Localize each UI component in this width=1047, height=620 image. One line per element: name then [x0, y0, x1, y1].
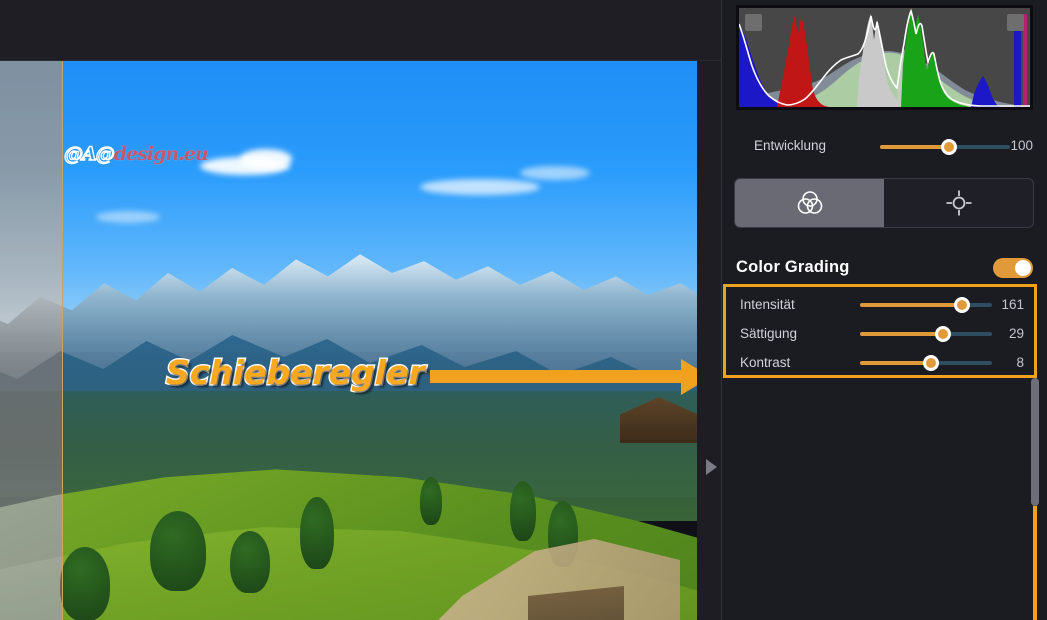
bush [150, 511, 206, 591]
toggle-knob [1015, 260, 1031, 276]
cloud [96, 211, 160, 223]
before-after-split-handle[interactable] [62, 61, 63, 620]
develop-slider-fill [880, 145, 949, 149]
develop-value: 100 [1010, 138, 1033, 153]
target-picker-icon [946, 190, 971, 216]
contrast-slider-fill [860, 361, 931, 365]
color-wheels-icon [797, 191, 822, 214]
intensity-slider-row: Intensität 161 [726, 291, 1034, 319]
histogram-panel[interactable] [736, 5, 1033, 110]
histogram-right-handle[interactable] [1007, 14, 1024, 31]
top-toolbar [0, 0, 725, 61]
photo-preview [0, 61, 697, 620]
intensity-slider[interactable] [860, 295, 992, 315]
histogram-curves [739, 8, 1030, 107]
grading-mode-toolbar [734, 178, 1034, 228]
saturation-slider-thumb[interactable] [935, 326, 951, 342]
bush [510, 481, 536, 541]
contrast-slider-track [931, 361, 992, 365]
intensity-slider-thumb[interactable] [954, 297, 970, 313]
bush [60, 547, 110, 620]
bush [230, 531, 270, 593]
histogram-left-handle[interactable] [745, 14, 762, 31]
develop-slider-thumb[interactable] [941, 139, 957, 155]
contrast-value: 8 [1016, 355, 1024, 370]
contrast-label: Kontrast [740, 355, 791, 370]
arrow-right-icon-shaft [430, 370, 685, 383]
develop-slider[interactable] [880, 137, 1010, 157]
bush [420, 477, 442, 525]
arrow-right-icon-head [681, 359, 697, 395]
contrast-slider-row: Kontrast 8 [726, 349, 1034, 377]
saturation-slider[interactable] [860, 324, 992, 344]
saturation-value: 29 [1008, 326, 1024, 341]
bush [300, 497, 334, 569]
contrast-slider[interactable] [860, 353, 992, 373]
intensity-value: 161 [1001, 297, 1024, 312]
color-grading-sliders-highlight: Intensität 161 Sättigung 29 Kontrast 8 [723, 284, 1037, 378]
annotation-text: Schieberegler [166, 353, 425, 392]
cloud [420, 179, 540, 195]
histogram-plot [739, 8, 1030, 107]
saturation-slider-fill [860, 332, 943, 336]
cloud [240, 149, 292, 169]
preset-scrollbar-thumb[interactable] [1031, 378, 1039, 506]
panel-orange-edge-highlight [1033, 506, 1037, 620]
intensity-slider-fill [860, 303, 962, 307]
contrast-slider-thumb[interactable] [923, 355, 939, 371]
panel-collapse-toggle-icon[interactable] [706, 459, 717, 475]
develop-slider-row: Entwicklung 100 [736, 132, 1033, 162]
saturation-label: Sättigung [740, 326, 798, 341]
cloud [520, 166, 590, 180]
saturation-slider-row: Sättigung 29 [726, 320, 1034, 348]
color-wheels-tab[interactable] [735, 179, 884, 227]
before-preview-strip [0, 61, 62, 620]
color-grading-title: Color Grading [736, 258, 850, 276]
photo-canvas[interactable]: @A@design.eu Schieberegler Schieberegler [0, 61, 697, 620]
color-grading-toggle[interactable] [993, 258, 1033, 278]
application-window: @A@design.eu Schieberegler Schieberegler [0, 0, 1047, 620]
intensity-label: Intensität [740, 297, 795, 312]
develop-label: Entwicklung [754, 138, 827, 153]
target-picker-tab[interactable] [884, 179, 1033, 227]
